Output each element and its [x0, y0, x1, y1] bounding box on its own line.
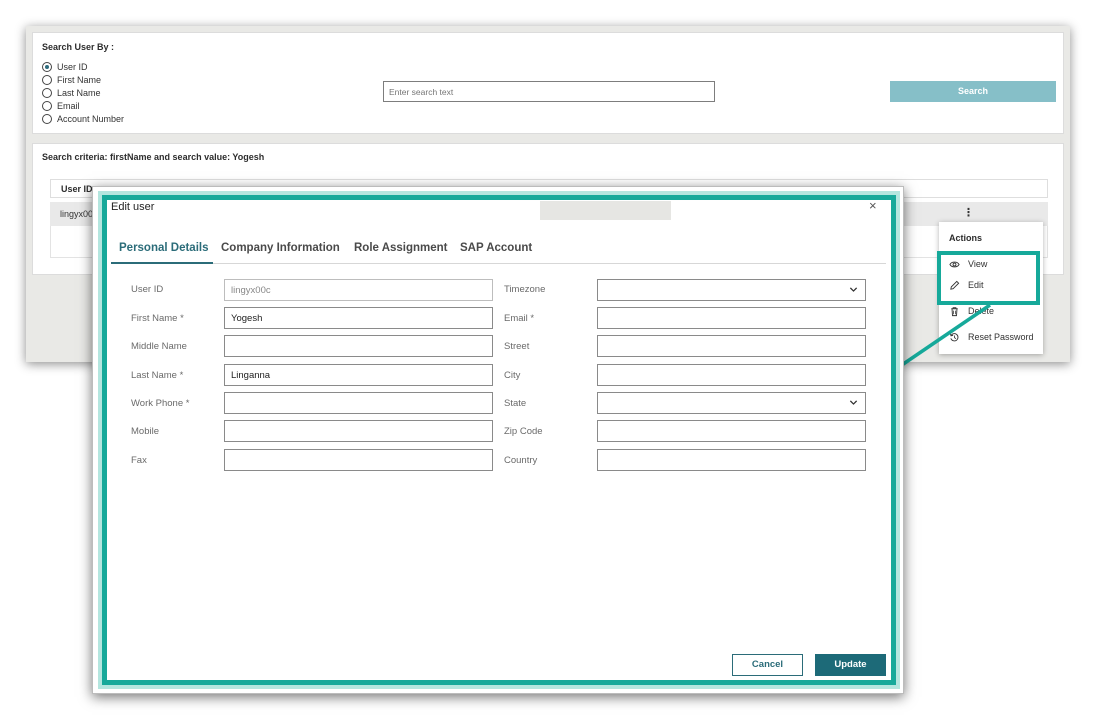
- city-field[interactable]: [597, 364, 866, 386]
- label-city: City: [504, 370, 521, 381]
- close-icon[interactable]: ×: [869, 199, 877, 213]
- radio-label: First Name: [57, 74, 102, 85]
- radio-button[interactable]: [42, 100, 52, 111]
- trash-icon: [951, 306, 958, 316]
- menu-item-label: Reset Password: [968, 332, 1034, 342]
- mobile-field[interactable]: [224, 420, 493, 442]
- label-street: Street: [504, 341, 530, 352]
- street-field[interactable]: [597, 335, 866, 357]
- radio-label: Last Name: [57, 87, 101, 98]
- radio-label: Email: [57, 100, 80, 111]
- radio-option-account-number[interactable]: Account Number: [42, 112, 124, 125]
- menu-item-label: Delete: [968, 306, 995, 316]
- radio-button[interactable]: [42, 61, 52, 72]
- modal-header-bar: [540, 201, 671, 220]
- cancel-button[interactable]: Cancel: [732, 654, 803, 676]
- search-input[interactable]: [383, 81, 715, 102]
- label-middle-name: Middle Name: [131, 341, 187, 352]
- search-by-options: User ID First Name Last Name Email Accou…: [42, 60, 124, 125]
- reset-icon: [949, 332, 959, 341]
- fax-field[interactable]: [224, 449, 493, 471]
- chevron-down-icon: [849, 400, 858, 405]
- search-button[interactable]: Search: [890, 81, 1056, 102]
- search-criteria-text: Search criteria: firstName and search va…: [42, 152, 265, 162]
- radio-button[interactable]: [42, 113, 52, 124]
- radio-button[interactable]: [42, 87, 52, 98]
- tab-sap-account[interactable]: SAP Account: [460, 242, 532, 254]
- tab-role-assignment[interactable]: Role Assignment: [354, 242, 448, 254]
- country-field[interactable]: [597, 449, 866, 471]
- label-user-id: User ID: [131, 284, 164, 295]
- first-name-field[interactable]: Yogesh: [224, 307, 493, 329]
- radio-option-user-id[interactable]: User ID: [42, 60, 124, 73]
- label-first-name: First Name *: [131, 313, 184, 324]
- last-name-field[interactable]: Linganna: [224, 364, 493, 386]
- label-fax: Fax: [131, 455, 147, 466]
- email-field[interactable]: [597, 307, 866, 329]
- label-zip-code: Zip Code: [504, 426, 543, 437]
- radio-button[interactable]: [42, 74, 52, 85]
- chevron-down-icon: [849, 287, 858, 292]
- tab-company-information[interactable]: Company Information: [221, 242, 340, 254]
- radio-option-last-name[interactable]: Last Name: [42, 86, 124, 99]
- row-actions-kebab-icon[interactable]: ⋮: [963, 206, 974, 219]
- menu-item-reset-password[interactable]: Reset Password: [949, 330, 1034, 344]
- radio-label: Account Number: [57, 113, 125, 124]
- radio-option-first-name[interactable]: First Name: [42, 73, 124, 86]
- state-select[interactable]: [597, 392, 866, 414]
- modal-title: Edit user: [111, 201, 155, 213]
- work-phone-field[interactable]: [224, 392, 493, 414]
- active-tab-indicator: [111, 262, 213, 264]
- actions-menu-title: Actions: [949, 233, 983, 243]
- tab-personal-details[interactable]: Personal Details: [119, 242, 208, 254]
- column-header-user-id[interactable]: User ID: [61, 184, 93, 194]
- view-edit-highlight-box: [937, 251, 1040, 305]
- label-last-name: Last Name *: [131, 370, 184, 381]
- label-work-phone: Work Phone *: [131, 398, 190, 409]
- search-by-title: Search User By :: [42, 42, 115, 52]
- label-timezone: Timezone: [504, 284, 546, 295]
- label-mobile: Mobile: [131, 426, 159, 437]
- label-state: State: [504, 398, 527, 409]
- label-email: Email *: [504, 313, 535, 324]
- radio-option-email[interactable]: Email: [42, 99, 124, 112]
- timezone-select[interactable]: [597, 279, 866, 301]
- search-panel: Search User By : User ID First Name Last…: [32, 32, 1064, 134]
- cell-user-id: lingyx00: [60, 209, 94, 219]
- zip-code-field[interactable]: [597, 420, 866, 442]
- update-button[interactable]: Update: [815, 654, 886, 676]
- menu-item-delete[interactable]: Delete: [949, 304, 994, 318]
- modal-tabs: Personal Details Company Information Rol…: [111, 236, 886, 264]
- label-country: Country: [504, 455, 538, 466]
- user-id-field: lingyx00c: [224, 279, 493, 301]
- middle-name-field[interactable]: [224, 335, 493, 357]
- radio-label: User ID: [57, 61, 88, 72]
